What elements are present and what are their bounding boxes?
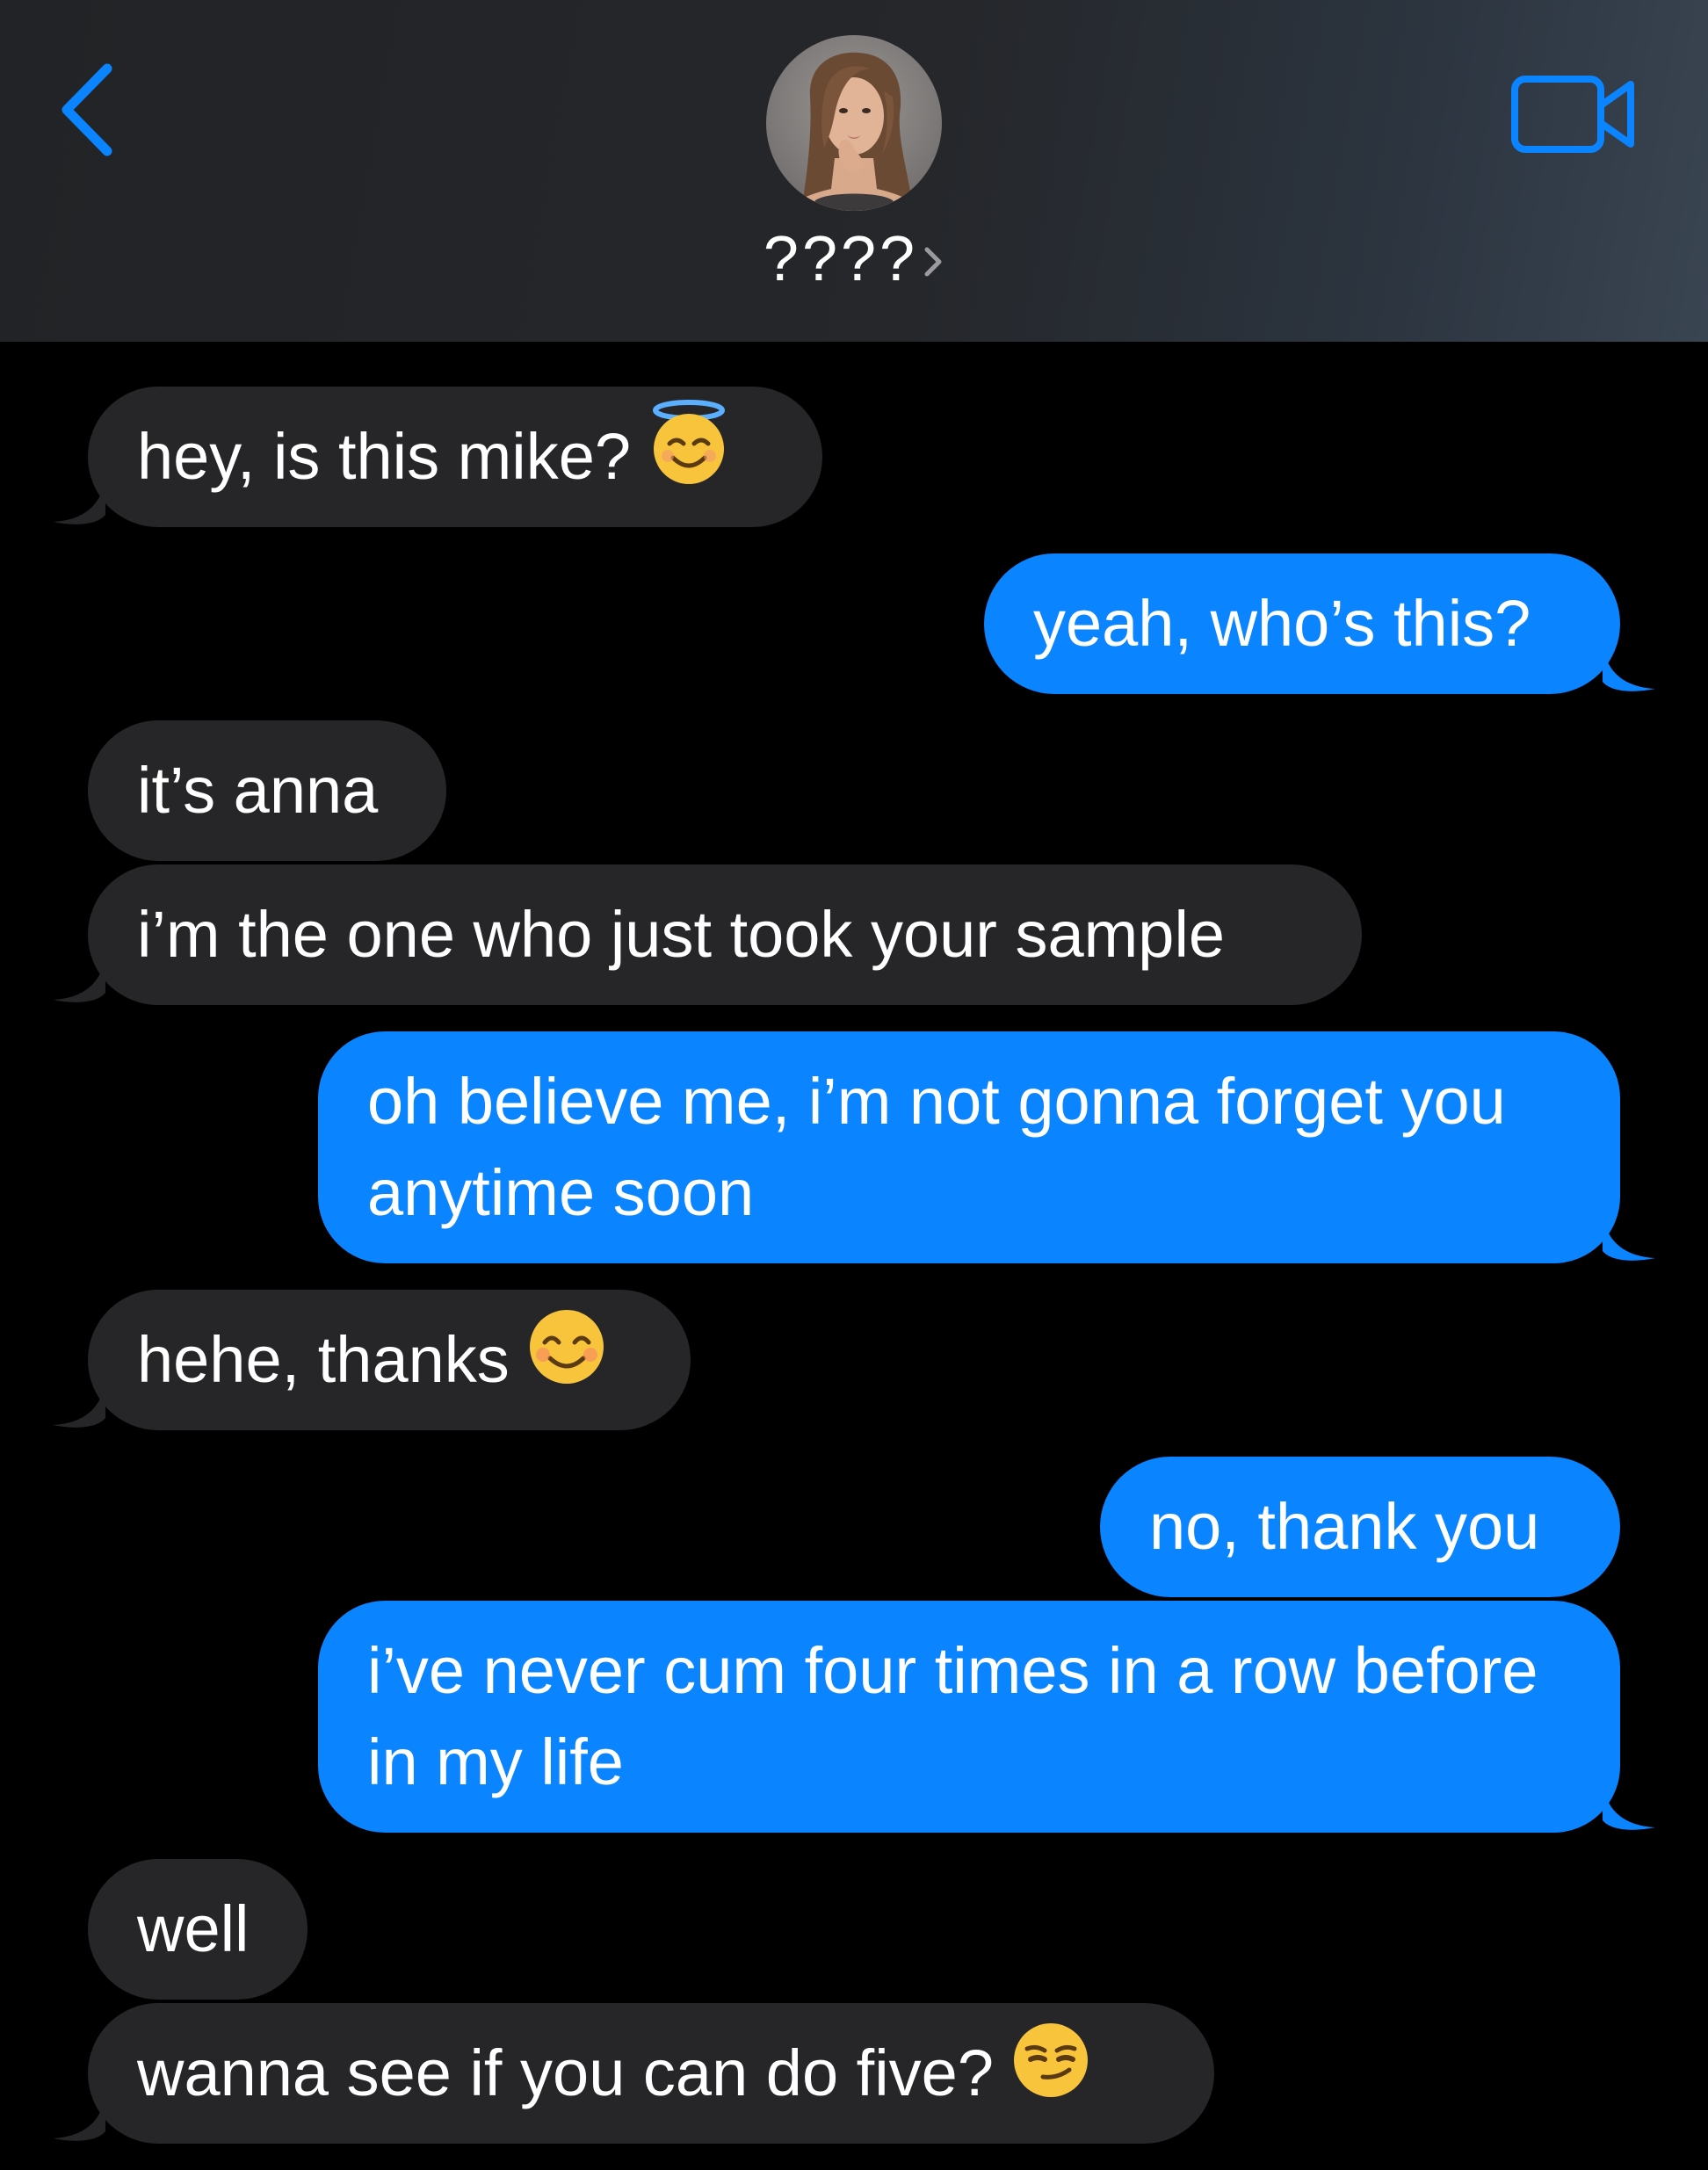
message-bubble-received[interactable]: wanna see if you can do five? <box>88 2003 1214 2144</box>
message-bubble-received[interactable]: hey, is this mike? <box>88 387 822 527</box>
bubble-tail-sent <box>1603 1780 1655 1830</box>
video-camera-icon <box>1511 76 1634 153</box>
bubble-tail-received <box>53 2091 105 2141</box>
message-text: no, thank you <box>1149 1490 1540 1563</box>
message-bubble-received[interactable]: hehe, thanks <box>88 1290 691 1430</box>
video-call-button[interactable] <box>1509 72 1641 156</box>
message-text: hehe, thanks <box>137 1323 510 1396</box>
message-bubble-sent[interactable]: i’ve never cum four times in a row befor… <box>318 1601 1620 1833</box>
smiling-face-with-smiling-eyes-icon <box>527 1307 606 1410</box>
message-bubble-received[interactable]: well <box>88 1859 308 2000</box>
message-text: wanna see if you can do five? <box>137 2036 994 2109</box>
message-bubble-sent[interactable]: oh believe me, i’m not gonna forget you … <box>318 1031 1620 1263</box>
smirking-face-icon <box>1011 2021 1090 2123</box>
bubble-tail-received <box>53 1378 105 1428</box>
bubble-tail-sent <box>1603 1211 1655 1261</box>
bubble-tail-received <box>53 952 105 1002</box>
message-text: oh believe me, i’m not gonna forget you … <box>367 1065 1506 1229</box>
message-text: yeah, who’s this? <box>1033 587 1531 660</box>
contact-photo <box>766 35 942 211</box>
conversation-header: ???? <box>0 0 1708 342</box>
bubble-tail-received <box>53 474 105 524</box>
back-button[interactable] <box>53 53 132 167</box>
message-text: it’s anna <box>137 754 379 827</box>
message-text: i’m the one who just took your sample <box>137 898 1226 971</box>
chevron-left-icon <box>62 63 112 156</box>
message-bubble-sent[interactable]: no, thank you <box>1100 1457 1620 1597</box>
avatar[interactable] <box>766 35 942 211</box>
message-text: i’ve never cum four times in a row befor… <box>367 1634 1538 1798</box>
contact-name-button[interactable]: ???? <box>0 224 1708 295</box>
message-bubble-received[interactable]: i’m the one who just took your sample <box>88 864 1362 1005</box>
bubble-tail-sent <box>1603 641 1655 691</box>
smiling-face-with-halo-icon <box>648 399 729 511</box>
message-text: hey, is this mike? <box>137 420 632 493</box>
chevron-right-icon <box>922 225 944 295</box>
contact-name: ???? <box>763 224 919 294</box>
message-bubble-sent[interactable]: yeah, who’s this? <box>984 553 1620 694</box>
message-bubble-received[interactable]: it’s anna <box>88 720 446 861</box>
message-text: well <box>137 1892 250 1965</box>
